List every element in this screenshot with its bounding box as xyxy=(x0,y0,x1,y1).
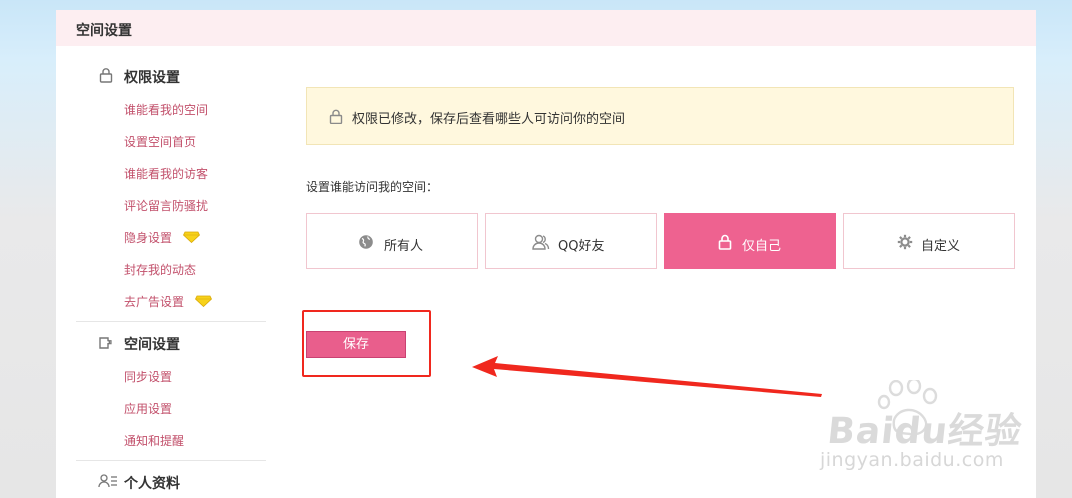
lock-icon xyxy=(718,234,732,250)
sidebar-item-sync[interactable]: 同步设置 xyxy=(124,368,172,385)
sidebar-item-who-can-see-visitors[interactable]: 谁能看我的访客 xyxy=(124,165,208,182)
panel-title: 空间设置 xyxy=(76,23,132,39)
panel-header: 空间设置 xyxy=(56,10,1036,46)
sidebar-item-remove-ads[interactable]: 去广告设置 xyxy=(124,293,184,310)
sidebar-item-invisible-settings[interactable]: 隐身设置 xyxy=(124,229,172,246)
sidebar-divider xyxy=(76,460,266,461)
notice-text: 权限已修改，保存后查看哪些人可访问你的空间 xyxy=(352,112,626,127)
diamond-icon xyxy=(195,295,212,307)
friends-icon xyxy=(532,234,550,250)
gear-icon xyxy=(897,234,913,250)
sidebar-item-who-can-see-space[interactable]: 谁能看我的空间 xyxy=(124,101,208,118)
sidebar-group-title-profile[interactable]: 个人资料 xyxy=(124,473,180,493)
annotation-arrow xyxy=(472,356,822,397)
sidebar-divider xyxy=(76,321,266,322)
sidebar-item-archive-feeds[interactable]: 封存我的动态 xyxy=(124,261,196,278)
option-qq-friends[interactable]: QQ好友 xyxy=(485,213,657,269)
user-list-icon xyxy=(98,474,117,488)
option-custom-label: 自定义 xyxy=(921,239,961,254)
option-only-me-label: 仅自己 xyxy=(742,239,782,254)
option-everyone-label: 所有人 xyxy=(384,239,424,254)
watermark-brand: Baidu经验 xyxy=(825,411,1025,452)
sidebar-group-title-permissions[interactable]: 权限设置 xyxy=(124,67,180,87)
option-only-me[interactable]: 仅自己 xyxy=(664,213,836,269)
sidebar-group-title-space[interactable]: 空间设置 xyxy=(124,334,180,354)
lock-icon xyxy=(329,109,343,124)
watermark-url: jingyan.baidu.com xyxy=(820,449,1004,471)
access-prompt: 设置谁能访问我的空间： xyxy=(306,180,439,194)
lock-icon xyxy=(99,68,113,83)
sidebar-item-apps[interactable]: 应用设置 xyxy=(124,400,172,417)
puzzle-icon xyxy=(99,337,112,349)
option-everyone[interactable]: 所有人 xyxy=(306,213,478,269)
sidebar-item-notifications[interactable]: 通知和提醒 xyxy=(124,432,184,449)
highlight-box xyxy=(302,310,431,377)
sidebar-item-anti-harassment[interactable]: 评论留言防骚扰 xyxy=(124,197,208,214)
option-qq-friends-label: QQ好友 xyxy=(558,239,605,254)
sidebar-item-space-homepage[interactable]: 设置空间首页 xyxy=(124,133,196,150)
globe-icon xyxy=(359,235,373,249)
diamond-icon xyxy=(183,231,200,243)
permission-notice: 权限已修改，保存后查看哪些人可访问你的空间 xyxy=(306,87,1014,145)
option-custom[interactable]: 自定义 xyxy=(843,213,1015,269)
